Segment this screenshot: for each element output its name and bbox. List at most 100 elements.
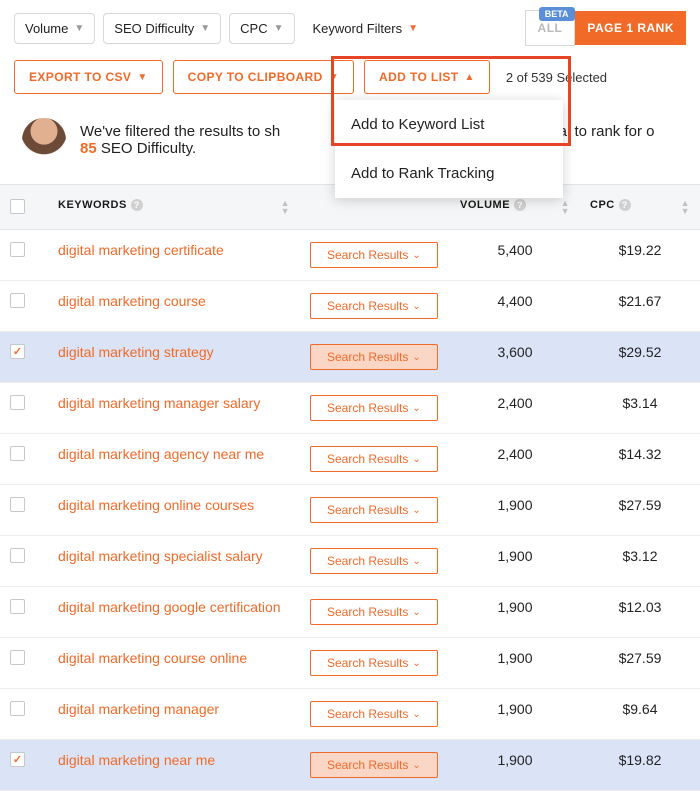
search-results-button[interactable]: Search Results ⌄	[310, 242, 438, 268]
row-checkbox[interactable]	[10, 701, 25, 716]
table-row: digital marketing course online Search Re…	[0, 638, 700, 689]
keyword-link[interactable]: digital marketing specialist salary	[58, 548, 263, 564]
cpc-cell: $21.67	[580, 281, 700, 332]
chevron-down-icon: ▼	[329, 72, 339, 83]
keyword-filters[interactable]: Keyword Filters▼	[303, 14, 428, 43]
chevron-down-icon: ▼	[274, 23, 284, 34]
help-icon[interactable]: ?	[131, 199, 143, 211]
table-row: digital marketing manager salary Search R…	[0, 383, 700, 434]
keyword-link[interactable]: digital marketing strategy	[58, 344, 214, 360]
sort-icon[interactable]: ▲▼	[681, 199, 690, 215]
volume-cell: 5,400	[450, 230, 580, 281]
keyword-link[interactable]: digital marketing manager salary	[58, 395, 260, 411]
search-results-button[interactable]: Search Results ⌄	[310, 599, 438, 625]
chevron-down-icon: ▼	[137, 72, 147, 83]
add-to-list-menu: Add to Keyword List Add to Rank Tracking	[335, 100, 563, 198]
export-csv-button[interactable]: EXPORT TO CSV▼	[14, 60, 163, 94]
volume-cell: 2,400	[450, 434, 580, 485]
cpc-cell: $27.59	[580, 638, 700, 689]
row-checkbox[interactable]	[10, 752, 25, 767]
keyword-link[interactable]: digital marketing near me	[58, 752, 215, 768]
chevron-down-icon: ⌄	[412, 556, 420, 567]
keyword-link[interactable]: digital marketing course	[58, 293, 206, 309]
keyword-link[interactable]: digital marketing course online	[58, 650, 247, 666]
volume-cell: 1,900	[450, 638, 580, 689]
search-results-button[interactable]: Search Results ⌄	[310, 650, 438, 676]
search-results-button[interactable]: Search Results ⌄	[310, 446, 438, 472]
chevron-down-icon: ⌄	[412, 250, 420, 261]
cpc-cell: $19.22	[580, 230, 700, 281]
search-results-button[interactable]: Search Results ⌄	[310, 344, 438, 370]
chevron-down-icon: ▼	[200, 23, 210, 34]
search-results-button[interactable]: Search Results ⌄	[310, 548, 438, 574]
help-icon[interactable]: ?	[514, 199, 526, 211]
chevron-down-icon: ⌄	[412, 607, 420, 618]
filter-cpc[interactable]: CPC▼	[229, 13, 294, 44]
cpc-cell: $3.14	[580, 383, 700, 434]
volume-cell: 1,900	[450, 485, 580, 536]
search-results-button[interactable]: Search Results ⌄	[310, 701, 438, 727]
row-checkbox[interactable]	[10, 446, 25, 461]
copy-clipboard-button[interactable]: COPY TO CLIPBOARD▼	[173, 60, 354, 94]
volume-cell: 4,400	[450, 281, 580, 332]
keyword-link[interactable]: digital marketing agency near me	[58, 446, 264, 462]
cpc-cell: $3.12	[580, 536, 700, 587]
cpc-cell: $27.59	[580, 485, 700, 536]
cpc-cell: $14.32	[580, 434, 700, 485]
sort-icon[interactable]: ▲▼	[281, 199, 290, 215]
volume-cell: 1,900	[450, 740, 580, 791]
filter-volume[interactable]: Volume▼	[14, 13, 95, 44]
keyword-link[interactable]: digital marketing manager	[58, 701, 219, 717]
table-row: digital marketing online courses Search R…	[0, 485, 700, 536]
tab-page1-rankings[interactable]: PAGE 1 RANK	[575, 11, 686, 45]
chevron-down-icon: ⌄	[412, 454, 420, 465]
chevron-down-icon: ⌄	[412, 709, 420, 720]
cpc-cell: $19.82	[580, 740, 700, 791]
volume-cell: 1,900	[450, 536, 580, 587]
row-checkbox[interactable]	[10, 599, 25, 614]
chevron-down-icon: ⌄	[412, 352, 420, 363]
keyword-link[interactable]: digital marketing online courses	[58, 497, 254, 513]
filter-seo-difficulty[interactable]: SEO Difficulty▼	[103, 13, 221, 44]
col-cpc[interactable]: CPC?▲▼	[580, 184, 700, 230]
row-checkbox[interactable]	[10, 293, 25, 308]
table-row: digital marketing course Search Results ⌄…	[0, 281, 700, 332]
keywords-table: KEYWORDS?▲▼ VOLUME?▲▼ CPC?▲▼ digital mar…	[0, 184, 700, 791]
table-row: digital marketing near me Search Results …	[0, 740, 700, 791]
chevron-down-icon: ⌄	[412, 403, 420, 414]
beta-badge: BETA	[539, 7, 575, 21]
keyword-link[interactable]: digital marketing google certification	[58, 599, 281, 615]
volume-cell: 2,400	[450, 383, 580, 434]
chevron-down-icon: ▼	[408, 23, 418, 34]
row-checkbox[interactable]	[10, 650, 25, 665]
row-checkbox[interactable]	[10, 497, 25, 512]
table-row: digital marketing manager Search Results …	[0, 689, 700, 740]
menu-add-rank-tracking[interactable]: Add to Rank Tracking	[335, 149, 563, 198]
volume-cell: 3,600	[450, 332, 580, 383]
row-checkbox[interactable]	[10, 344, 25, 359]
keyword-link[interactable]: digital marketing certificate	[58, 242, 224, 258]
add-to-list-button[interactable]: ADD TO LIST▲	[364, 60, 490, 94]
volume-cell: 1,900	[450, 587, 580, 638]
chevron-down-icon: ⌄	[412, 658, 420, 669]
help-icon[interactable]: ?	[619, 199, 631, 211]
row-checkbox[interactable]	[10, 242, 25, 257]
sort-icon[interactable]: ▲▼	[561, 199, 570, 215]
table-row: digital marketing google certification Se…	[0, 587, 700, 638]
search-results-button[interactable]: Search Results ⌄	[310, 752, 438, 778]
chevron-up-icon: ▲	[465, 72, 475, 83]
menu-add-keyword-list[interactable]: Add to Keyword List	[335, 100, 563, 149]
row-checkbox[interactable]	[10, 548, 25, 563]
cpc-cell: $29.52	[580, 332, 700, 383]
table-row: digital marketing strategy Search Results…	[0, 332, 700, 383]
table-row: digital marketing certificate Search Resu…	[0, 230, 700, 281]
chevron-down-icon: ⌄	[412, 505, 420, 516]
cpc-cell: $12.03	[580, 587, 700, 638]
col-keywords[interactable]: KEYWORDS?▲▼	[48, 184, 300, 230]
search-results-button[interactable]: Search Results ⌄	[310, 395, 438, 421]
search-results-button[interactable]: Search Results ⌄	[310, 293, 438, 319]
search-results-button[interactable]: Search Results ⌄	[310, 497, 438, 523]
checkbox-all[interactable]	[10, 199, 25, 214]
volume-cell: 1,900	[450, 689, 580, 740]
row-checkbox[interactable]	[10, 395, 25, 410]
